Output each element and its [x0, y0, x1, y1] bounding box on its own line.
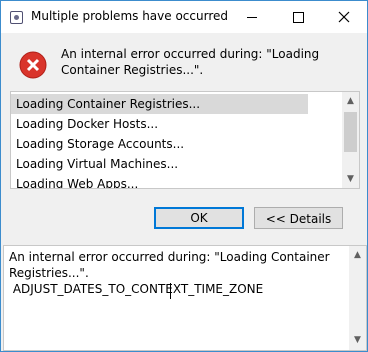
maximize-button[interactable]: [275, 1, 321, 33]
title-bar[interactable]: Multiple problems have occurred: [1, 1, 367, 33]
text-caret: [170, 283, 171, 299]
details-text-area[interactable]: An internal error occurred during: "Load…: [3, 245, 367, 351]
problem-list[interactable]: Loading Container Registries... Loading …: [10, 91, 360, 189]
close-icon: [338, 11, 350, 23]
minimize-button[interactable]: [229, 1, 275, 33]
dialog-window: Multiple problems have occurred An inter…: [0, 0, 368, 352]
list-item[interactable]: Loading Storage Accounts...: [11, 134, 308, 154]
ok-button[interactable]: OK: [154, 207, 244, 229]
error-message: An internal error occurred during: "Load…: [61, 47, 320, 77]
scroll-up-icon[interactable]: ▲: [346, 97, 355, 106]
details-line: ADJUST_DATES_TO_CONTEXT_TIME_ZONE: [9, 282, 264, 296]
details-text: An internal error occurred during: "Load…: [9, 249, 339, 297]
list-item[interactable]: Loading Container Registries...: [11, 94, 308, 114]
list-item[interactable]: Loading Docker Hosts...: [11, 114, 308, 134]
scroll-up-icon[interactable]: ▲: [353, 251, 362, 260]
problem-list-scrollbar[interactable]: ▲ ▼: [342, 92, 359, 188]
details-line: An internal error occurred during: "Load…: [9, 250, 330, 264]
error-icon: [19, 51, 47, 79]
scrollbar-thumb[interactable]: [344, 112, 357, 152]
details-toggle-button[interactable]: << Details: [254, 207, 343, 229]
list-item[interactable]: Loading Web Apps...: [11, 174, 308, 188]
details-line: Registries...".: [9, 266, 89, 280]
list-item[interactable]: Loading Virtual Machines...: [11, 154, 308, 174]
eclipse-app-icon: [10, 11, 23, 24]
close-button[interactable]: [321, 1, 367, 33]
details-scrollbar[interactable]: ▲ ▼: [349, 246, 366, 350]
window-title: Multiple problems have occurred: [31, 9, 228, 23]
scroll-down-icon[interactable]: ▼: [346, 175, 355, 184]
scroll-down-icon[interactable]: ▼: [353, 336, 362, 345]
